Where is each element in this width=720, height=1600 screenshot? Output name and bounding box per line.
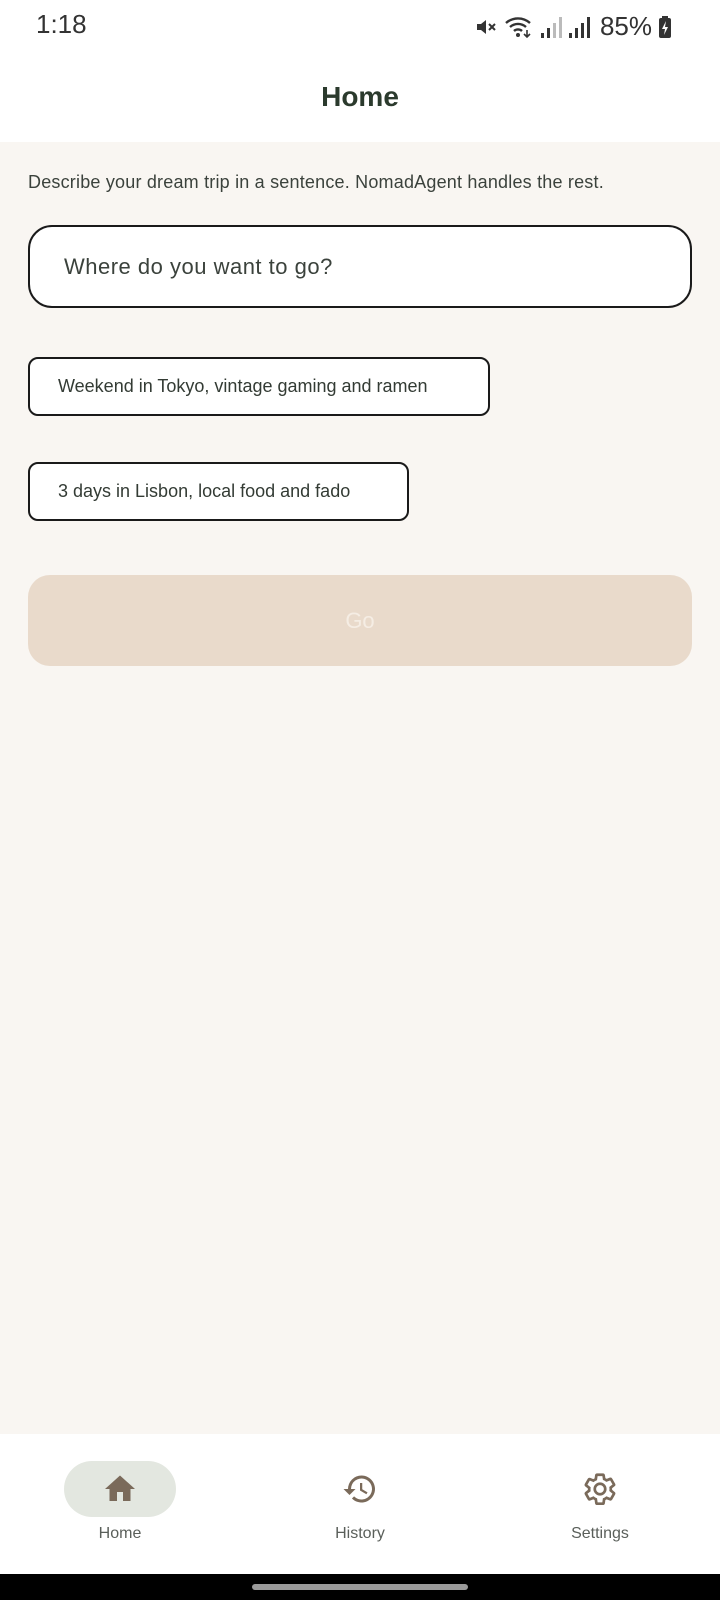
gesture-handle[interactable] <box>252 1584 468 1590</box>
nav-label-history: History <box>335 1525 385 1542</box>
destination-input-container[interactable] <box>28 225 692 308</box>
status-bar: 1:18 85% <box>0 0 720 52</box>
history-icon <box>343 1475 375 1503</box>
nav-item-history[interactable]: History <box>240 1434 480 1574</box>
gear-icon <box>584 1473 616 1506</box>
wifi-icon <box>505 16 531 38</box>
nav-label-home: Home <box>98 1525 142 1542</box>
app-bar: Home <box>0 52 720 142</box>
status-time: 1:18 <box>36 9 87 39</box>
mute-icon <box>476 19 496 34</box>
bottom-navigation: Home History Settings <box>0 1434 720 1574</box>
main-content: Describe your dream trip in a sentence. … <box>0 142 720 1434</box>
suggestion-chip[interactable]: 3 days in Lisbon, local food and fado <box>28 462 409 521</box>
page-title: Home <box>321 81 399 112</box>
destination-input[interactable] <box>64 253 690 280</box>
battery-percent: 85% <box>599 11 652 41</box>
nav-label-settings: Settings <box>571 1525 629 1542</box>
system-navigation-bar <box>0 1574 720 1600</box>
suggestion-chip[interactable]: Weekend in Tokyo, vintage gaming and ram… <box>28 357 490 416</box>
intro-text: Describe your dream trip in a sentence. … <box>28 172 604 192</box>
signal-icon <box>540 16 562 38</box>
battery-charging-icon <box>659 15 671 38</box>
nav-item-settings[interactable]: Settings <box>480 1434 720 1574</box>
signal-icon <box>568 16 590 38</box>
status-icons: 85% <box>474 11 672 42</box>
nav-item-home[interactable]: Home <box>0 1434 240 1574</box>
home-icon <box>105 1475 135 1501</box>
go-button[interactable]: Go <box>28 575 692 666</box>
